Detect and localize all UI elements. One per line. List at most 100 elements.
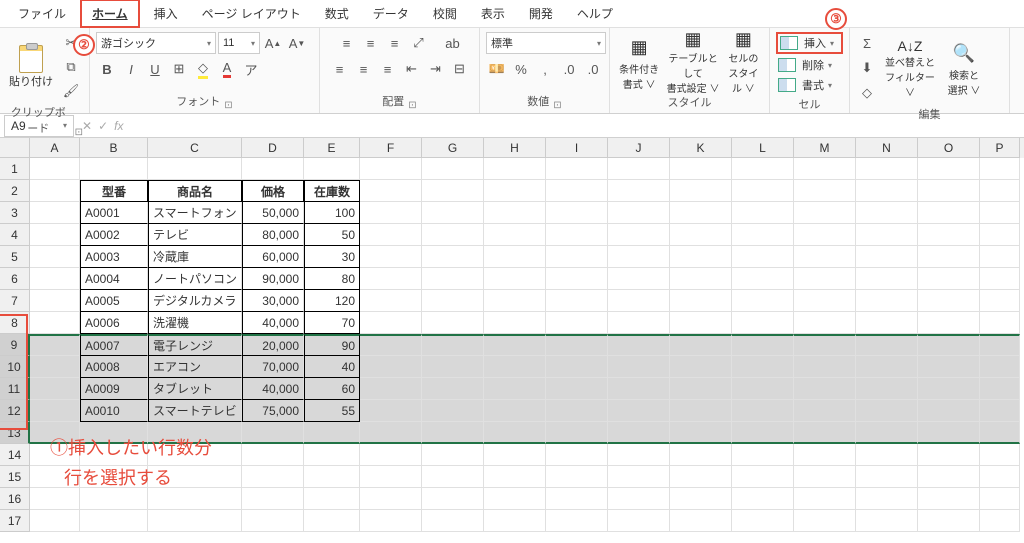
cell-E3[interactable]: 100 <box>304 202 360 224</box>
cell-N10[interactable] <box>856 356 918 378</box>
cell-L10[interactable] <box>732 356 794 378</box>
cell-M4[interactable] <box>794 224 856 246</box>
cell-N15[interactable] <box>856 466 918 488</box>
format-cells-button[interactable]: 書式 ▾ <box>776 76 843 94</box>
cell-D7[interactable]: 30,000 <box>242 290 304 312</box>
cell-D13[interactable] <box>242 422 304 444</box>
cell-K7[interactable] <box>670 290 732 312</box>
cell-K2[interactable] <box>670 180 732 202</box>
cell-H7[interactable] <box>484 290 546 312</box>
cell-I12[interactable] <box>546 400 608 422</box>
delete-cells-button[interactable]: 削除 ▾ <box>776 56 843 74</box>
select-all-corner[interactable] <box>0 138 30 158</box>
cell-K8[interactable] <box>670 312 732 334</box>
cell-M15[interactable] <box>794 466 856 488</box>
cell-F4[interactable] <box>360 224 422 246</box>
cell-G8[interactable] <box>422 312 484 334</box>
cell-P14[interactable] <box>980 444 1020 466</box>
cell-N12[interactable] <box>856 400 918 422</box>
cell-K9[interactable] <box>670 334 732 356</box>
cell-I5[interactable] <box>546 246 608 268</box>
cell-G12[interactable] <box>422 400 484 422</box>
column-header-I[interactable]: I <box>546 138 608 158</box>
cell-J1[interactable] <box>608 158 670 180</box>
row-header-11[interactable]: 11 <box>0 378 30 400</box>
row-header-6[interactable]: 6 <box>0 268 30 290</box>
cell-M6[interactable] <box>794 268 856 290</box>
cell-L14[interactable] <box>732 444 794 466</box>
cell-J9[interactable] <box>608 334 670 356</box>
cell-N6[interactable] <box>856 268 918 290</box>
increase-font-button[interactable]: A▲ <box>262 32 284 54</box>
cell-E1[interactable] <box>304 158 360 180</box>
cell-C4[interactable]: テレビ <box>148 224 242 246</box>
cell-P9[interactable] <box>980 334 1020 356</box>
cell-O4[interactable] <box>918 224 980 246</box>
cell-F12[interactable] <box>360 400 422 422</box>
cell-L8[interactable] <box>732 312 794 334</box>
cell-F3[interactable] <box>360 202 422 224</box>
cell-E8[interactable]: 70 <box>304 312 360 334</box>
cell-O13[interactable] <box>918 422 980 444</box>
font-color-button[interactable]: A <box>216 58 238 80</box>
cell-M5[interactable] <box>794 246 856 268</box>
cell-G6[interactable] <box>422 268 484 290</box>
cell-D8[interactable]: 40,000 <box>242 312 304 334</box>
cell-H2[interactable] <box>484 180 546 202</box>
cell-O6[interactable] <box>918 268 980 290</box>
cell-F13[interactable] <box>360 422 422 444</box>
menu-item-6[interactable]: 校閲 <box>423 1 467 26</box>
cell-J15[interactable] <box>608 466 670 488</box>
column-header-K[interactable]: K <box>670 138 732 158</box>
row-header-10[interactable]: 10 <box>0 356 30 378</box>
cell-K4[interactable] <box>670 224 732 246</box>
cell-H9[interactable] <box>484 334 546 356</box>
cell-M3[interactable] <box>794 202 856 224</box>
find-select-button[interactable]: 🔍 検索と 選択 ∨ <box>942 38 986 98</box>
cell-J3[interactable] <box>608 202 670 224</box>
cell-I14[interactable] <box>546 444 608 466</box>
menu-item-4[interactable]: 数式 <box>315 1 359 26</box>
cell-H12[interactable] <box>484 400 546 422</box>
cell-H15[interactable] <box>484 466 546 488</box>
cell-B12[interactable]: A0010 <box>80 400 148 422</box>
cell-A1[interactable] <box>30 158 80 180</box>
cell-I15[interactable] <box>546 466 608 488</box>
cell-P8[interactable] <box>980 312 1020 334</box>
cell-M13[interactable] <box>794 422 856 444</box>
cell-K13[interactable] <box>670 422 732 444</box>
cell-I8[interactable] <box>546 312 608 334</box>
cell-G7[interactable] <box>422 290 484 312</box>
cell-F8[interactable] <box>360 312 422 334</box>
cell-N3[interactable] <box>856 202 918 224</box>
cell-P17[interactable] <box>980 510 1020 532</box>
row-header-7[interactable]: 7 <box>0 290 30 312</box>
cell-C9[interactable]: 電子レンジ <box>148 334 242 356</box>
cell-H4[interactable] <box>484 224 546 246</box>
cell-P2[interactable] <box>980 180 1020 202</box>
cell-P4[interactable] <box>980 224 1020 246</box>
cell-I1[interactable] <box>546 158 608 180</box>
cell-A5[interactable] <box>30 246 80 268</box>
row-header-13[interactable]: 13 <box>0 422 30 444</box>
cell-B9[interactable]: A0007 <box>80 334 148 356</box>
cell-I16[interactable] <box>546 488 608 510</box>
cell-D14[interactable] <box>242 444 304 466</box>
cell-F17[interactable] <box>360 510 422 532</box>
cell-F16[interactable] <box>360 488 422 510</box>
cell-D9[interactable]: 20,000 <box>242 334 304 356</box>
cell-O16[interactable] <box>918 488 980 510</box>
cell-G5[interactable] <box>422 246 484 268</box>
cell-J6[interactable] <box>608 268 670 290</box>
wrap-text-button[interactable]: ab <box>442 32 464 54</box>
cell-L13[interactable] <box>732 422 794 444</box>
cell-G9[interactable] <box>422 334 484 356</box>
cell-O12[interactable] <box>918 400 980 422</box>
enter-formula-icon[interactable]: ✓ <box>98 119 108 133</box>
cell-F15[interactable] <box>360 466 422 488</box>
cell-L3[interactable] <box>732 202 794 224</box>
accounting-format-button[interactable]: 💴 <box>486 58 508 80</box>
comma-format-button[interactable]: , <box>534 58 556 80</box>
cell-L4[interactable] <box>732 224 794 246</box>
cell-D6[interactable]: 90,000 <box>242 268 304 290</box>
